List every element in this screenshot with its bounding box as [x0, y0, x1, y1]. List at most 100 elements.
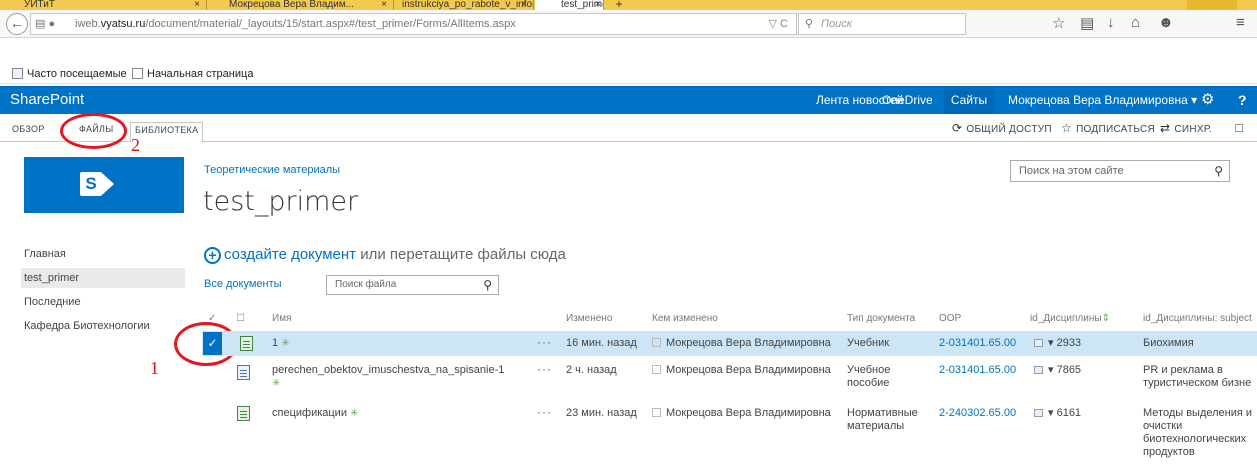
discipline-id[interactable]: ▾ 6161 — [1034, 407, 1081, 420]
download-icon[interactable]: ↓ — [1107, 14, 1115, 31]
new-document-link[interactable]: создайте документ — [224, 246, 356, 263]
tab-close-icon[interactable]: × — [595, 0, 601, 10]
file-name-link[interactable]: спецификации ✳ — [272, 407, 358, 420]
discipline-subject: Биохимия — [1143, 337, 1194, 349]
reading-list-icon[interactable]: ▤ — [1080, 14, 1094, 32]
menu-icon[interactable]: ≡ — [1236, 14, 1245, 31]
help-icon[interactable]: ? — [1238, 86, 1247, 114]
tab-library[interactable]: БИБЛИОТЕКА — [130, 122, 204, 143]
quicklaunch-biotech-dept[interactable]: Кафедра Биотехнологии — [24, 320, 150, 332]
bookmark-star-icon[interactable]: ☆ — [1052, 14, 1065, 32]
lookup-icon — [1034, 409, 1043, 417]
back-arrow-icon[interactable]: ← — [6, 13, 28, 35]
new-item-icon: ✳ — [350, 408, 359, 419]
more-options-icon[interactable]: ··· — [537, 335, 552, 349]
window-minimize-button[interactable] — [1187, 0, 1237, 10]
browser-tab-active[interactable]: test_primer - Все докумен... × — [535, 0, 604, 10]
tab-close-icon[interactable]: × — [381, 0, 387, 10]
document-type: Нормативные материалы — [847, 407, 918, 432]
discipline-id[interactable]: ▾ 2933 — [1034, 337, 1081, 350]
file-search-input[interactable]: Поиск файла ⚲ — [326, 275, 499, 295]
presence-icon — [652, 338, 661, 347]
column-header-name[interactable]: Имя — [272, 313, 291, 324]
tab-close-icon[interactable]: × — [521, 0, 527, 10]
modified-by[interactable]: Мокрецова Вера Владимировна — [652, 407, 831, 420]
column-header-modified-by[interactable]: Кем изменено — [652, 313, 718, 324]
oop-link[interactable]: 2-031401.65.00 — [939, 364, 1016, 377]
page-info-icon[interactable]: ▤ ● — [35, 14, 55, 34]
column-header-modified[interactable]: Изменено — [566, 313, 612, 324]
new-tab-button[interactable]: + — [605, 0, 633, 10]
document-icon — [240, 336, 253, 351]
tab-label: Мокрецова Вера Владим... — [229, 0, 355, 10]
modified-by[interactable]: Мокрецова Вера Владимировна — [652, 364, 831, 377]
page-icon — [132, 68, 143, 79]
sync-button[interactable]: ⇄ СИНХР. — [1160, 114, 1212, 144]
annotation-circle-files — [60, 113, 127, 149]
presence-icon — [652, 365, 661, 374]
document-icon — [237, 365, 250, 380]
browser-tab[interactable]: Мокрецова Вера Владим... × — [207, 0, 394, 10]
site-search-input[interactable]: Поиск на этом сайте ⚲ — [1010, 160, 1230, 182]
discipline-id[interactable]: ▾ 7865 — [1034, 364, 1081, 377]
modified-date: 23 мин. назад — [566, 407, 637, 419]
discipline-subject: Методы выделения и очистки биотехнологич… — [1143, 407, 1253, 458]
user-menu[interactable]: Мокрецова Вера Владимировна ▾ — [1008, 86, 1197, 114]
column-header-discipline-id[interactable]: id_Дисциплины⇕ — [1030, 313, 1110, 324]
gear-icon[interactable]: ⚙ — [1201, 86, 1214, 114]
page-title: test_primer — [203, 186, 359, 217]
plus-icon[interactable]: + — [204, 247, 221, 264]
more-options-icon[interactable]: ··· — [537, 362, 552, 376]
bookmark-folder-icon — [12, 68, 23, 79]
file-name-link[interactable]: perechen_obektov_imuschestva_na_spisanie… — [272, 364, 532, 390]
suite-link-sites[interactable]: Сайты — [944, 86, 994, 114]
search-icon[interactable]: ⚲ — [1214, 161, 1223, 181]
column-header-oop[interactable]: ООР — [939, 313, 961, 324]
share-button[interactable]: ⟳ ОБЩИЙ ДОСТУП — [952, 114, 1052, 144]
follow-button[interactable]: ☆ ПОДПИСАТЬСЯ — [1061, 114, 1155, 144]
suite-link-onedrive[interactable]: OneDrive — [882, 86, 933, 114]
sync-icon: ⇄ — [1160, 121, 1171, 135]
annotation-number-1: 1 — [150, 358, 159, 378]
focus-icon[interactable]: □ — [1235, 114, 1243, 142]
sort-icon: ⇕ — [1101, 313, 1110, 324]
reload-icon[interactable]: ▽ C — [769, 14, 788, 34]
view-all-documents[interactable]: Все документы — [204, 278, 282, 290]
quicklaunch-recent[interactable]: Последние — [24, 296, 81, 308]
site-logo[interactable]: S — [24, 157, 184, 213]
quicklaunch-test-primer[interactable]: test_primer — [21, 268, 185, 288]
suite-bar: SharePoint Лента новостей OneDrive Сайты… — [0, 86, 1257, 114]
document-type: Учебник — [847, 337, 890, 349]
breadcrumb[interactable]: Теоретические материалы — [204, 164, 340, 176]
more-options-icon[interactable]: ··· — [537, 405, 552, 419]
bookmark-most-visited[interactable]: Часто посещаемые — [12, 64, 127, 84]
row-checkbox-checked[interactable]: ✓ — [203, 332, 222, 355]
select-all-checkmark-icon[interactable]: ✓ — [208, 313, 216, 324]
modified-by[interactable]: Мокрецова Вера Владимировна — [652, 337, 831, 350]
bookmarks-toolbar: Часто посещаемые Начальная страница — [0, 64, 1257, 84]
browser-search-input[interactable]: ⚲ Поиск — [798, 13, 966, 35]
search-icon[interactable]: ⚲ — [483, 276, 492, 294]
tab-browse[interactable]: ОБЗОР — [12, 122, 45, 142]
sharepoint-brand[interactable]: SharePoint — [10, 86, 84, 114]
chat-icon[interactable]: ☻ — [1158, 14, 1174, 31]
url-text: iweb.vyatsu.ru/document/material/_layout… — [75, 18, 516, 30]
column-header-discipline-subject[interactable]: id_Дисциплины: subject — [1143, 313, 1252, 324]
quicklaunch-home[interactable]: Главная — [24, 248, 66, 260]
browser-tab[interactable]: УИТиТ × — [0, 0, 207, 10]
search-icon: ⚲ — [805, 18, 814, 30]
sharepoint-logo-icon: S — [80, 172, 102, 196]
oop-link[interactable]: 2-031401.65.00 — [939, 337, 1016, 350]
home-icon[interactable]: ⌂ — [1131, 14, 1140, 31]
oop-link[interactable]: 2-240302.65.00 — [939, 407, 1016, 420]
tab-close-icon[interactable]: × — [194, 0, 200, 10]
bookmark-start-page[interactable]: Начальная страница — [132, 64, 253, 84]
logo-arrow-icon — [102, 173, 114, 195]
star-icon: ☆ — [1061, 121, 1073, 135]
file-name-link[interactable]: 1 ✳ — [272, 337, 290, 350]
column-header-doc-type[interactable]: Тип документа — [847, 313, 915, 324]
browser-navbar: ← ▤ ● iweb.vyatsu.ru/document/material/_… — [0, 10, 1257, 38]
address-bar[interactable]: ▤ ● iweb.vyatsu.ru/document/material/_la… — [30, 13, 797, 35]
browser-tab[interactable]: instrukciya_po_rabote_v_infor... × — [394, 0, 534, 10]
new-item-icon: ✳ — [272, 378, 281, 389]
